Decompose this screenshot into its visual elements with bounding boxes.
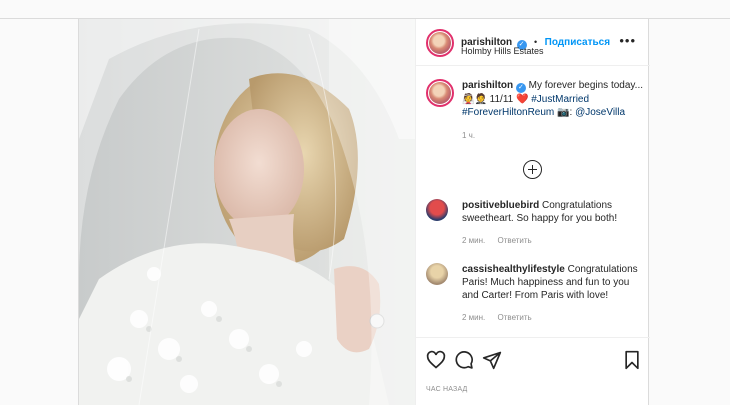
- post-header: parishilton ✓ • Подписаться Holmby Hills…: [416, 19, 650, 66]
- caption-emoji: 👰🤵 11/11 ❤️: [462, 94, 529, 105]
- post-actions: ЧАС НАЗАД: [416, 337, 650, 405]
- caption-time: 1 ч.: [462, 131, 476, 140]
- caption-text: My forever begins today...: [525, 80, 643, 91]
- camera-credit: 📷:: [554, 107, 576, 118]
- post-modal: parishilton ✓ • Подписаться Holmby Hills…: [78, 19, 650, 405]
- author-avatar[interactable]: [426, 29, 454, 57]
- share-icon[interactable]: [482, 350, 502, 370]
- comment-item: positivebluebird Congratulations sweethe…: [426, 199, 641, 247]
- heart-icon[interactable]: [426, 350, 446, 370]
- caption-username[interactable]: parishilton: [462, 80, 513, 91]
- bookmark-icon[interactable]: [622, 350, 642, 370]
- comment-username[interactable]: positivebluebird: [462, 200, 539, 211]
- verified-icon: ✓: [515, 83, 526, 93]
- follow-button[interactable]: Подписаться: [545, 37, 610, 48]
- post-timestamp: ЧАС НАЗАД: [426, 386, 468, 393]
- hashtag-forever-hilton-reum[interactable]: #ForeverHiltonReum: [462, 107, 554, 118]
- comment-time: 2 мин.: [462, 236, 486, 245]
- comment-username[interactable]: cassishealthylifestyle: [462, 264, 565, 275]
- commenter-avatar[interactable]: [426, 263, 448, 285]
- caption-avatar[interactable]: [426, 79, 454, 107]
- post-caption: parishilton ✓ My forever begins today...…: [462, 79, 647, 142]
- more-options-icon[interactable]: •••: [619, 34, 636, 47]
- post-location[interactable]: Holmby Hills Estates: [461, 46, 544, 56]
- reply-button[interactable]: Ответить: [498, 236, 532, 245]
- post-sidebar: parishilton ✓ • Подписаться Holmby Hills…: [415, 19, 650, 405]
- hashtag-just-married[interactable]: #JustMarried: [531, 94, 589, 105]
- mention-jose-villa[interactable]: @JoseVilla: [575, 107, 625, 118]
- comment-item: cassishealthylifestyle Congratulations P…: [426, 263, 641, 324]
- commenter-avatar[interactable]: [426, 199, 448, 221]
- reply-button[interactable]: Ответить: [498, 313, 532, 322]
- load-more-comments-icon[interactable]: [523, 160, 542, 179]
- comment-time: 2 мин.: [462, 313, 486, 322]
- bride-photo-image: [79, 19, 415, 405]
- comment-icon[interactable]: [454, 350, 474, 370]
- top-nav-bar: [0, 0, 730, 19]
- post-photo: [79, 19, 415, 405]
